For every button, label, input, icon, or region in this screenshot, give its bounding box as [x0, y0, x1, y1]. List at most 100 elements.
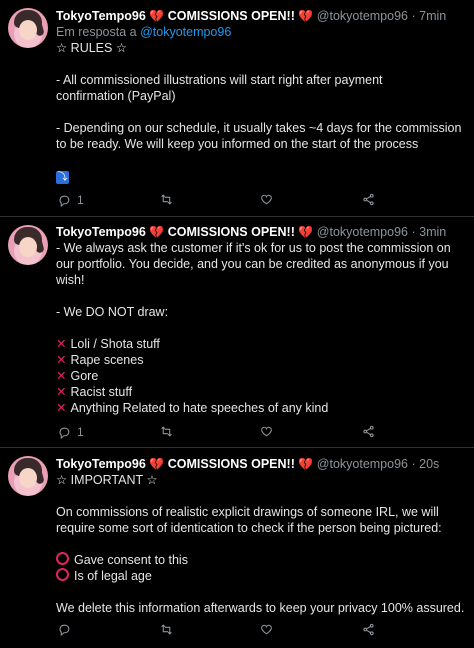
share-button[interactable] [362, 623, 375, 636]
tweet-actions: 1 [56, 193, 466, 209]
tweet-header: TokyoTempo96 💔 COMISSIONS OPEN!! 💔 @toky… [56, 8, 466, 24]
list-item: ✕ Loli / Shota stuff [56, 337, 160, 351]
list-item: ✕ Anything Related to hate speeches of an… [56, 401, 329, 415]
text-line: require some sort of identication to che… [56, 521, 442, 535]
text-line: our portfolio. You decide, and you can b… [56, 257, 449, 271]
tweet-text: ☆ RULES ☆ - All commissioned illustratio… [56, 40, 466, 184]
text-line: confirmation (PayPal) [56, 89, 176, 103]
retweet-icon [161, 624, 172, 635]
retweet-icon [161, 426, 172, 437]
broken-heart-icon: 💔 [298, 9, 314, 23]
like-button[interactable] [260, 193, 279, 206]
text-line: - Depending on our schedule, it usually … [56, 121, 462, 135]
display-name-suffix[interactable]: COMISSIONS OPEN!! [168, 225, 295, 239]
retweet-button[interactable] [160, 425, 179, 438]
avatar[interactable] [8, 456, 48, 496]
list-item: ✕ Gore [56, 369, 99, 383]
tweet-actions: 1 [56, 425, 466, 441]
reply-icon [59, 195, 70, 207]
text-line: - We always ask the customer if it's ok … [56, 241, 451, 255]
reply-to-link[interactable]: @tokyotempo96 [140, 25, 231, 39]
cross-mark-icon: ✕ [56, 385, 67, 399]
text-line: - All commissioned illustrations will st… [56, 73, 383, 87]
text-line [56, 104, 466, 120]
broken-heart-icon: 💔 [298, 457, 314, 471]
text-line [56, 536, 466, 552]
separator-dot: · [411, 9, 416, 23]
text-line [56, 488, 466, 504]
heart-icon [261, 624, 272, 635]
broken-heart-icon: 💔 [149, 9, 165, 23]
tweet-text: - We always ask the customer if it's ok … [56, 240, 466, 416]
cross-mark-icon: ✕ [56, 401, 67, 415]
timestamp[interactable]: 3min [419, 225, 446, 239]
heart-icon [261, 426, 272, 437]
text-line [56, 288, 466, 304]
like-button[interactable] [260, 425, 279, 438]
broken-heart-icon: 💔 [298, 225, 314, 239]
tweet-text: ☆ IMPORTANT ☆ On commissions of realisti… [56, 472, 466, 616]
hollow-circle-icon [56, 568, 69, 581]
avatar[interactable] [8, 225, 48, 265]
display-name-suffix[interactable]: COMISSIONS OPEN!! [168, 457, 295, 471]
cross-mark-icon: ✕ [56, 353, 67, 367]
text-line [56, 584, 466, 600]
display-name[interactable]: TokyoTempo96 [56, 225, 146, 239]
display-name-suffix[interactable]: COMISSIONS OPEN!! [168, 9, 295, 23]
text-line [56, 320, 466, 336]
timestamp[interactable]: 20s [419, 457, 439, 471]
text-line: On commissions of realistic explicit dra… [56, 505, 439, 519]
separator-dot: · [411, 225, 416, 239]
text-line: to be ready. We will keep you informed o… [56, 137, 419, 151]
display-name[interactable]: TokyoTempo96 [56, 9, 146, 23]
heart-icon [261, 194, 272, 205]
reply-count: 1 [77, 193, 84, 207]
text-line: We delete this information afterwards to… [56, 601, 465, 615]
cross-mark-icon: ✕ [56, 369, 67, 383]
text-line: - We DO NOT draw: [56, 305, 169, 319]
retweet-icon [161, 194, 172, 205]
reply-prefix: Em resposta a [56, 25, 137, 39]
broken-heart-icon: 💔 [149, 225, 165, 239]
cross-mark-icon: ✕ [56, 337, 67, 351]
reply-context: Em resposta a @tokyotempo96 [56, 24, 466, 40]
tweet-header: TokyoTempo96 💔 COMISSIONS OPEN!! 💔 @toky… [56, 456, 466, 472]
handle[interactable]: @tokyotempo96 [317, 9, 408, 23]
separator-dot: · [411, 457, 416, 471]
text-line [56, 152, 466, 168]
broken-heart-icon: 💔 [149, 457, 165, 471]
text-line: wish! [56, 273, 85, 287]
tweet-header: TokyoTempo96 💔 COMISSIONS OPEN!! 💔 @toky… [56, 224, 466, 240]
share-button[interactable] [362, 425, 375, 438]
retweet-button[interactable] [160, 193, 179, 206]
like-button[interactable] [260, 623, 279, 636]
display-name[interactable]: TokyoTempo96 [56, 457, 146, 471]
list-item: ✕ Rape scenes [56, 353, 144, 367]
share-button[interactable] [362, 193, 375, 206]
reply-button[interactable]: 1 [58, 425, 84, 439]
tweet-actions [56, 623, 466, 639]
reply-icon [59, 427, 70, 439]
share-icon [363, 623, 374, 636]
tweet-1[interactable]: TokyoTempo96 💔 COMISSIONS OPEN!! 💔 @toky… [0, 0, 474, 216]
handle[interactable]: @tokyotempo96 [317, 225, 408, 239]
avatar[interactable] [8, 8, 48, 48]
list-item: ✕ Racist stuff [56, 385, 133, 399]
reply-icon [59, 624, 70, 636]
tweet-3[interactable]: TokyoTempo96 💔 COMISSIONS OPEN!! 💔 @toky… [0, 448, 474, 648]
text-line: ☆ IMPORTANT ☆ [56, 473, 158, 487]
reply-button[interactable]: 1 [58, 193, 84, 207]
hollow-circle-icon [56, 552, 69, 565]
text-line [56, 56, 466, 72]
share-icon [363, 193, 374, 206]
reply-button[interactable] [58, 623, 77, 636]
list-item: Is of legal age [56, 568, 466, 584]
tweet-2[interactable]: TokyoTempo96 💔 COMISSIONS OPEN!! 💔 @toky… [0, 217, 474, 447]
retweet-button[interactable] [160, 623, 179, 636]
share-icon [363, 425, 374, 438]
reply-count: 1 [77, 425, 84, 439]
thread-arrow-icon: ⤵ [56, 171, 69, 184]
text-line: ☆ RULES ☆ [56, 41, 128, 55]
handle[interactable]: @tokyotempo96 [317, 457, 408, 471]
timestamp[interactable]: 7min [419, 9, 446, 23]
